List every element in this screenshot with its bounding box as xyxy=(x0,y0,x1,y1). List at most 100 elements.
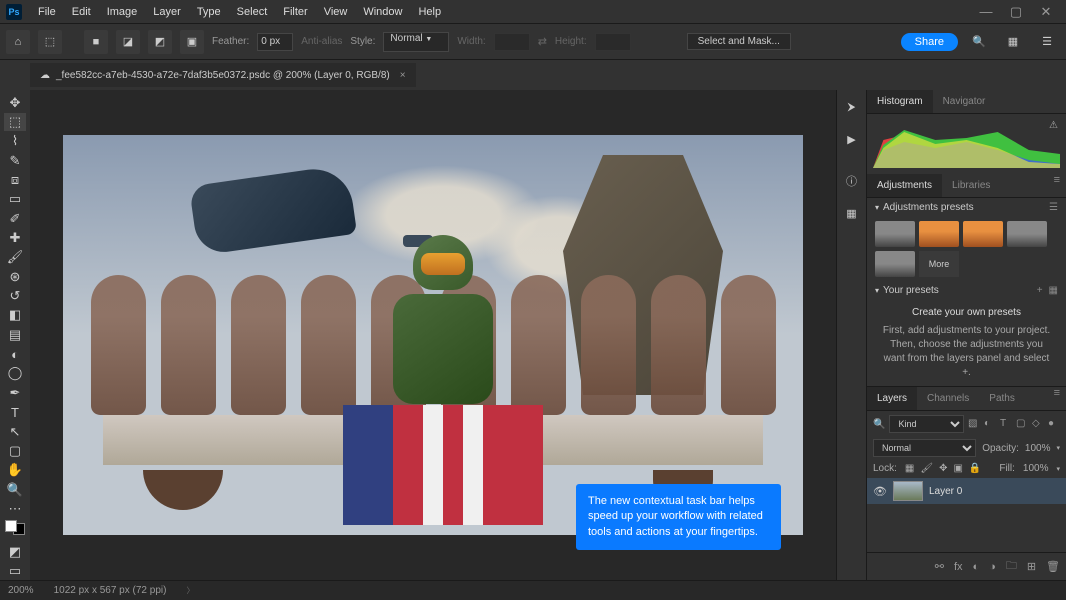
workspace-icon[interactable]: ▦ xyxy=(1000,29,1026,55)
tool-preset-icon[interactable]: ⬚ xyxy=(38,30,62,54)
play-icon[interactable]: ▶ xyxy=(843,130,861,148)
layer-fx-icon[interactable]: fx xyxy=(954,561,963,573)
blend-mode-select[interactable]: Normal xyxy=(873,439,976,457)
canvas-area[interactable]: The new contextual task bar helps speed … xyxy=(30,90,836,580)
select-and-mask-button[interactable]: Select and Mask... xyxy=(687,33,791,50)
eraser-tool[interactable]: ◧ xyxy=(4,307,26,324)
tab-close-icon[interactable]: × xyxy=(400,70,406,81)
move-tool[interactable]: ✥ xyxy=(4,94,26,111)
add-preset-icon[interactable]: + xyxy=(1037,285,1043,296)
filter-kind-select[interactable]: Kind xyxy=(889,415,964,433)
tab-channels[interactable]: Channels xyxy=(917,387,979,410)
delete-layer-icon[interactable]: 🗑 xyxy=(1046,560,1060,573)
preset-thumb[interactable] xyxy=(919,221,959,247)
filter-adjust-icon[interactable]: ◐ xyxy=(984,418,996,430)
app-logo[interactable]: Ps xyxy=(6,4,22,20)
selection-intersect-icon[interactable]: ▣ xyxy=(180,30,204,54)
blur-tool[interactable]: ◐ xyxy=(4,345,26,362)
menu-view[interactable]: View xyxy=(316,6,356,18)
zoom-tool[interactable]: 🔍 xyxy=(4,481,26,498)
frame-tool[interactable]: ▭ xyxy=(4,191,26,208)
group-icon[interactable]: 🗀 xyxy=(1006,557,1017,576)
tab-layers[interactable]: Layers xyxy=(867,387,917,410)
dodge-tool[interactable]: ◯ xyxy=(4,365,26,382)
layer-mask-icon[interactable]: ◐ xyxy=(973,561,980,573)
layer-item-0[interactable]: 👁 Layer 0 xyxy=(867,478,1066,504)
collapse-arrow-icon[interactable]: ⮞ xyxy=(843,98,861,116)
your-presets-header[interactable]: ▾ Your presets + ▦ xyxy=(867,281,1066,300)
panel-menu-icon[interactable]: ≡ xyxy=(1048,387,1066,410)
menu-layer[interactable]: Layer xyxy=(145,6,189,18)
document-dimensions[interactable]: 1022 px x 567 px (72 ppi) xyxy=(54,585,167,596)
visibility-eye-icon[interactable]: 👁 xyxy=(873,485,887,498)
layer-thumbnail[interactable] xyxy=(893,481,923,501)
filter-shape-icon[interactable]: ▢ xyxy=(1016,418,1028,430)
search-icon[interactable]: 🔍 xyxy=(966,29,992,55)
lasso-tool[interactable]: ⌇ xyxy=(4,133,26,150)
tab-paths[interactable]: Paths xyxy=(979,387,1025,410)
share-button[interactable]: Share xyxy=(901,33,958,51)
panel-menu-icon[interactable]: ≡ xyxy=(1048,174,1066,197)
fill-value[interactable]: 100% xyxy=(1023,463,1049,474)
filter-smart-icon[interactable]: ◇ xyxy=(1032,418,1044,430)
tab-adjustments[interactable]: Adjustments xyxy=(867,174,942,197)
crop-tool[interactable]: ⧈ xyxy=(4,171,26,188)
menu-image[interactable]: Image xyxy=(99,6,146,18)
document-canvas[interactable] xyxy=(63,135,803,535)
gradient-tool[interactable]: ▤ xyxy=(4,326,26,343)
tab-histogram[interactable]: Histogram xyxy=(867,90,933,113)
lock-all-icon[interactable]: 🔒 xyxy=(969,463,981,474)
pen-tool[interactable]: ✒ xyxy=(4,384,26,401)
feather-input[interactable] xyxy=(257,33,293,51)
type-tool[interactable]: T xyxy=(4,404,26,421)
hand-tool[interactable]: ✋ xyxy=(4,462,26,479)
menu-filter[interactable]: Filter xyxy=(275,6,315,18)
eyedropper-tool[interactable]: ✐ xyxy=(4,210,26,227)
filter-pixel-icon[interactable]: ▧ xyxy=(968,418,980,430)
menu-window[interactable]: Window xyxy=(355,6,410,18)
grid-icon[interactable]: ▦ xyxy=(843,204,861,222)
link-layers-icon[interactable]: ⚯ xyxy=(935,560,944,573)
path-select-tool[interactable]: ↖ xyxy=(4,423,26,440)
preset-more-button[interactable]: More xyxy=(919,251,959,277)
preset-thumb[interactable] xyxy=(875,251,915,277)
tab-libraries[interactable]: Libraries xyxy=(942,174,1000,197)
brush-tool[interactable]: 🖌 xyxy=(4,249,26,266)
screen-mode-icon[interactable]: ▭ xyxy=(4,563,26,580)
selection-add-icon[interactable]: ◪ xyxy=(116,30,140,54)
selection-subtract-icon[interactable]: ◩ xyxy=(148,30,172,54)
layer-name-label[interactable]: Layer 0 xyxy=(929,486,962,497)
preset-thumb[interactable] xyxy=(1007,221,1047,247)
grid-view-icon[interactable]: ▦ xyxy=(1049,285,1058,296)
lock-transparent-icon[interactable]: ▦ xyxy=(905,463,914,474)
close-icon[interactable]: ✕ xyxy=(1040,6,1052,18)
lock-artboard-icon[interactable]: ▣ xyxy=(953,463,962,474)
marquee-tool[interactable]: ⬚ xyxy=(4,113,26,130)
maximize-icon[interactable]: ▢ xyxy=(1010,6,1022,18)
opacity-value[interactable]: 100% xyxy=(1025,443,1051,454)
filter-type-icon[interactable]: T xyxy=(1000,418,1012,430)
history-brush-tool[interactable]: ↺ xyxy=(4,287,26,304)
list-view-icon[interactable]: ☰ xyxy=(1049,202,1058,213)
document-tab[interactable]: ☁ _fee582cc-a7eb-4530-a72e-7daf3b5e0372.… xyxy=(30,63,416,87)
lock-position-icon[interactable]: ✥ xyxy=(939,463,947,474)
menu-file[interactable]: File xyxy=(30,6,64,18)
filter-toggle-icon[interactable]: ● xyxy=(1048,418,1060,430)
home-icon[interactable]: ⌂ xyxy=(6,30,30,54)
menu-select[interactable]: Select xyxy=(229,6,276,18)
quick-mask-icon[interactable]: ◩ xyxy=(4,543,26,560)
menu-type[interactable]: Type xyxy=(189,6,229,18)
menu-help[interactable]: Help xyxy=(410,6,449,18)
tab-navigator[interactable]: Navigator xyxy=(933,90,996,113)
healing-tool[interactable]: ✚ xyxy=(4,229,26,246)
zoom-level[interactable]: 200% xyxy=(8,585,34,596)
adjustments-presets-header[interactable]: ▾ Adjustments presets ☰ xyxy=(867,198,1066,217)
minimize-icon[interactable]: — xyxy=(980,6,992,18)
selection-new-icon[interactable]: ■ xyxy=(84,30,108,54)
adjustment-layer-icon[interactable]: ◑ xyxy=(989,561,996,573)
shape-tool[interactable]: ▢ xyxy=(4,442,26,459)
style-select[interactable]: Normal ▼ xyxy=(383,32,449,52)
stamp-tool[interactable]: ⊛ xyxy=(4,268,26,285)
preset-thumb[interactable] xyxy=(963,221,1003,247)
panel-menu-icon[interactable]: ☰ xyxy=(1034,29,1060,55)
